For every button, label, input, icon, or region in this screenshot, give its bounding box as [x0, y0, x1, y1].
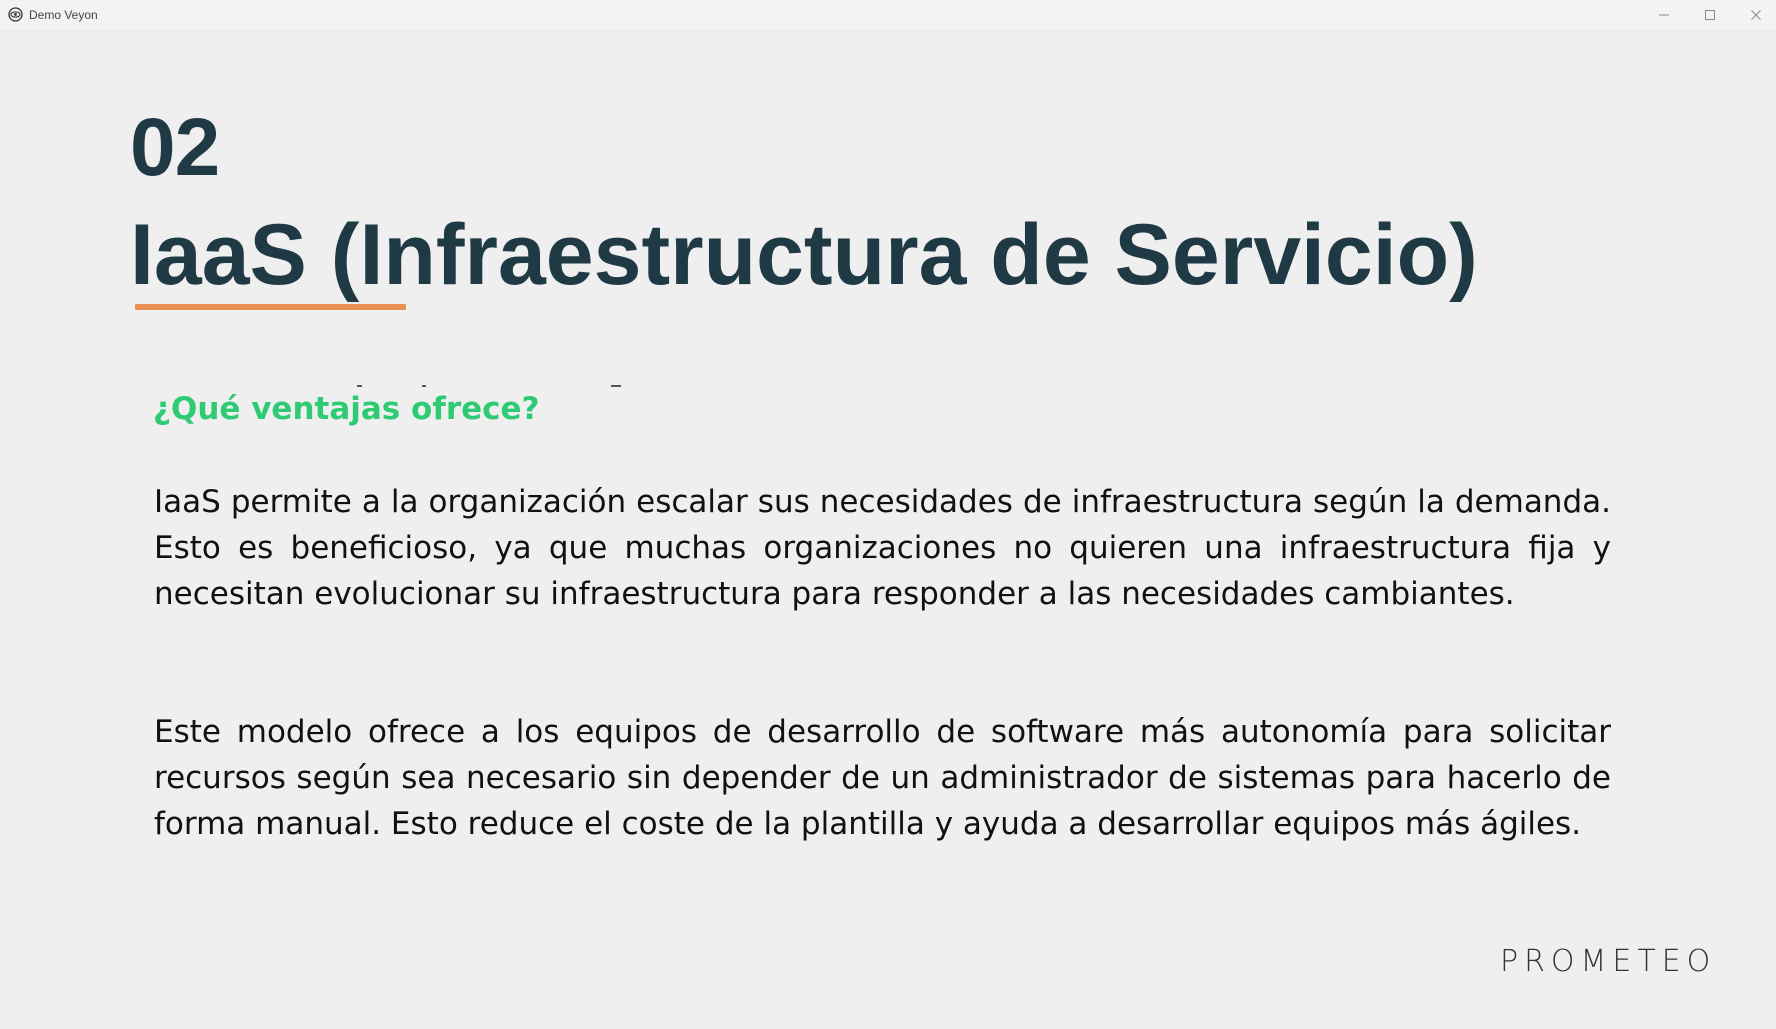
maximize-icon: [1704, 6, 1716, 25]
prometeo-logo: PROMETEO: [1500, 944, 1717, 979]
render-artifact: [611, 385, 621, 387]
paragraph-autonomy: Este modelo ofrece a los equipos de desa…: [154, 714, 1611, 842]
close-button[interactable]: [1733, 0, 1776, 31]
title-underline: [135, 304, 406, 310]
close-icon: [1750, 6, 1762, 25]
slide-number: 02: [130, 102, 220, 193]
minimize-button[interactable]: [1641, 0, 1687, 31]
window-title: Demo Veyon: [29, 8, 98, 22]
slide-title: IaaS (Infraestructura de Servicio): [130, 207, 1478, 303]
maximize-button[interactable]: [1687, 0, 1733, 31]
veyon-window: Demo Veyon 02 IaaS (Infraestructura de S…: [0, 0, 1776, 1029]
veyon-eye-icon: [8, 7, 23, 22]
paragraph-scalability: IaaS permite a la organización escalar s…: [154, 484, 1611, 612]
title-bar[interactable]: Demo Veyon: [0, 0, 1776, 31]
section-heading: ¿Qué ventajas ofrece?: [153, 391, 540, 427]
minimize-icon: [1658, 6, 1670, 25]
